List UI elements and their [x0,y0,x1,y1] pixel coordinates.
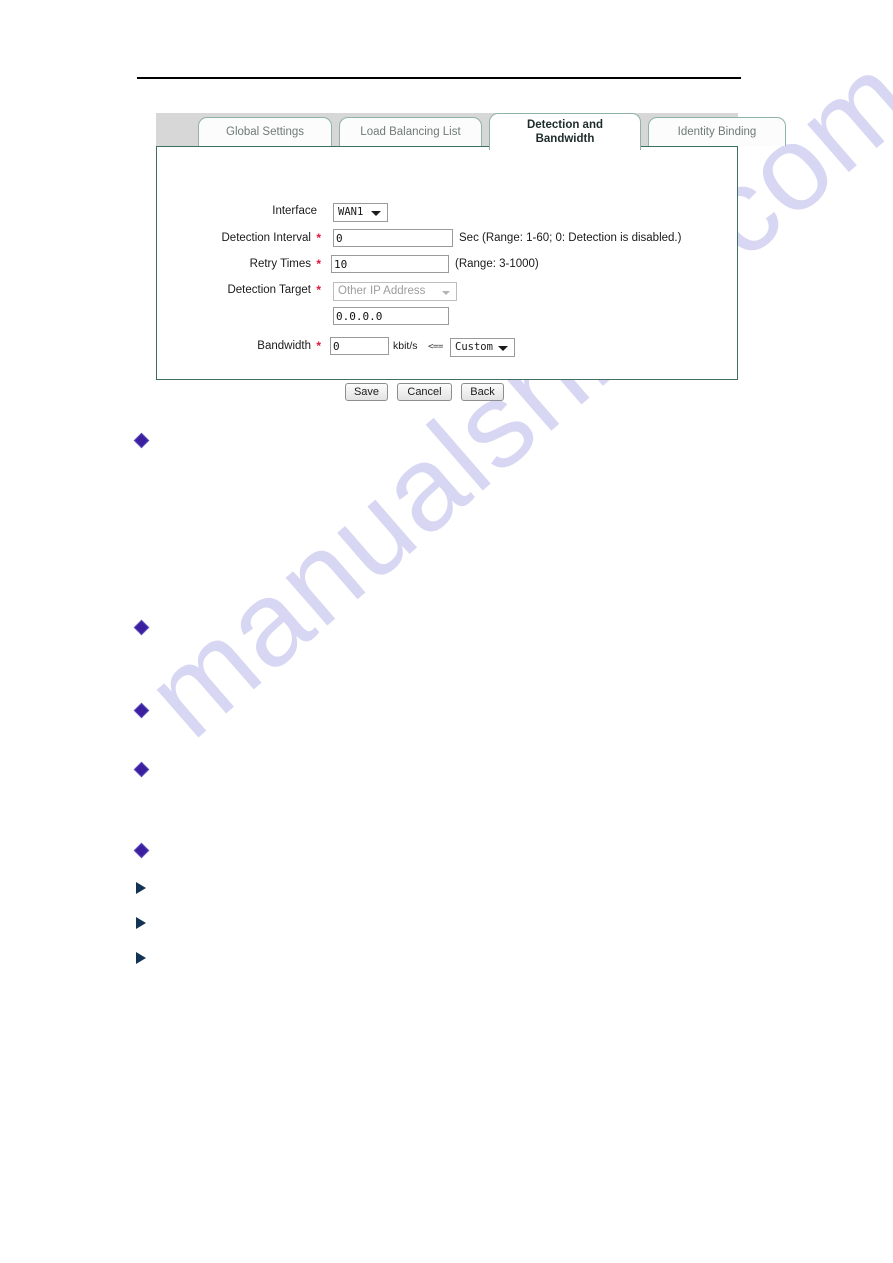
chevron-down-icon [442,290,450,295]
retry-times-hint: (Range: 3-1000) [455,258,539,270]
bullet-triangle-icon [136,882,146,894]
interface-select-value: WAN1 [338,205,364,218]
tab-identity-binding[interactable]: Identity Binding [648,117,786,146]
tab-label-line-1: Detection and [526,119,604,131]
required-asterisk: * [316,339,321,353]
detection-interval-hint: Sec (Range: 1-60; 0: Detection is disabl… [459,232,682,244]
bandwidth-input[interactable] [330,337,389,355]
retry-times-label: Retry Times [249,258,311,270]
detection-interval-input[interactable] [333,229,453,247]
form-row-interface: Interface WAN1 [157,200,388,222]
form-row-bandwidth: Bandwidth * kbit/s <== Custom [157,335,515,357]
chevron-down-icon [498,345,508,351]
required-asterisk: * [316,231,321,245]
settings-panel: Interface WAN1 Detection Interval * Sec … [156,146,738,401]
bullet-triangle-icon [136,952,146,964]
back-button[interactable]: Back [461,383,504,401]
tab-global-settings[interactable]: Global Settings [198,117,332,146]
bandwidth-arrow-label: <== [428,342,443,352]
bandwidth-preset-value: Custom [455,340,493,353]
chevron-down-icon [371,210,381,216]
bullet-triangle-icon [136,917,146,929]
bullet-diamond-icon [133,761,150,778]
bandwidth-label-box: Bandwidth * [157,335,325,357]
tab-label-line-2: Bandwidth [535,133,595,145]
required-asterisk: * [316,283,321,297]
router-ui-screenshot: Global Settings Load Balancing List Dete… [156,113,786,401]
form-row-detection-target: Detection Target * Other IP Address [157,279,457,301]
retry-times-input[interactable] [331,255,449,273]
save-button[interactable]: Save [345,383,388,401]
detection-interval-label-box: Detection Interval * [157,227,325,249]
detection-target-ip-input[interactable] [333,307,449,325]
tab-load-balancing-list[interactable]: Load Balancing List [339,117,482,146]
bullet-diamond-icon [133,619,150,636]
bullet-diamond-icon [133,432,150,449]
tab-label: Global Settings [226,126,304,138]
required-asterisk: * [316,257,321,271]
bandwidth-unit-label: kbit/s [393,340,418,352]
detection-target-label-box: Detection Target * [157,279,325,301]
bullet-diamond-icon [133,702,150,719]
bandwidth-label: Bandwidth [257,340,311,352]
cancel-button[interactable]: Cancel [397,383,452,401]
tab-label: Load Balancing List [360,126,461,138]
bullet-diamond-icon [133,842,150,859]
detection-target-select-value: Other IP Address [338,284,426,297]
detection-target-select[interactable]: Other IP Address [333,281,457,301]
tab-label: Identity Binding [677,126,757,138]
detection-interval-label: Detection Interval [221,232,312,244]
tab-bar: Global Settings Load Balancing List Dete… [156,113,786,150]
interface-label: Interface [272,205,317,217]
retry-times-label-box: Retry Times * [157,253,325,275]
interface-select[interactable]: WAN1 [333,202,388,222]
bandwidth-preset-select[interactable]: Custom [450,337,515,357]
interface-label-box: Interface [157,200,325,222]
detection-target-label: Detection Target [227,284,311,296]
page-header-rule [137,77,741,79]
tab-detection-and-bandwidth[interactable]: Detection and Bandwidth [489,113,641,150]
